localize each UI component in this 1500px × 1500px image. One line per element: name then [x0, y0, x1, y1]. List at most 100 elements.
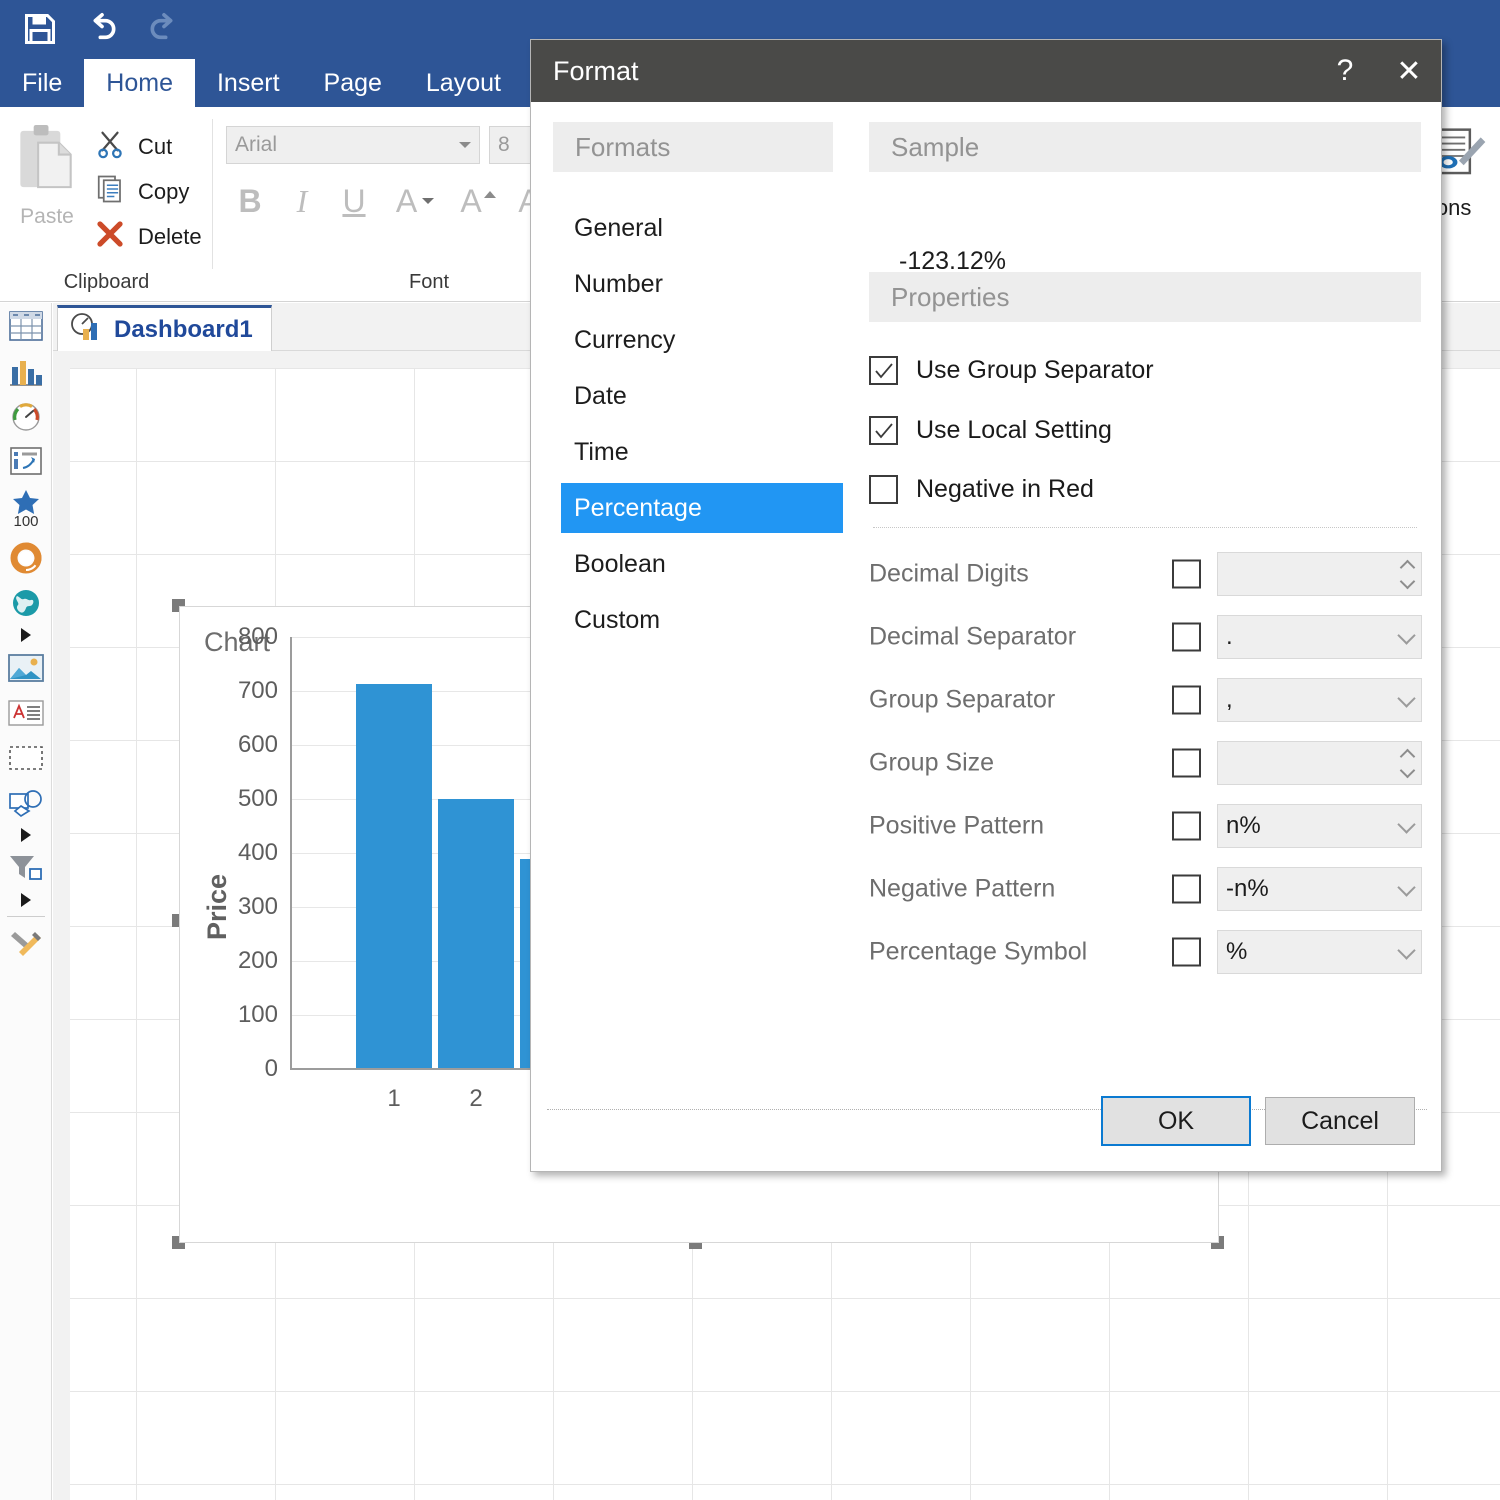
format-item-boolean[interactable]: Boolean: [561, 539, 843, 589]
globe-icon[interactable]: [0, 580, 52, 625]
text-icon[interactable]: [0, 690, 52, 735]
format-item-time[interactable]: Time: [561, 427, 843, 477]
help-icon[interactable]: ?: [1313, 40, 1377, 102]
negative-pattern-checkbox[interactable]: [1172, 874, 1201, 904]
rectangle-icon[interactable]: [0, 735, 52, 780]
use-group-separator-row[interactable]: Use Group Separator: [869, 356, 1154, 385]
spinner-icon[interactable]: [1399, 559, 1416, 589]
decimal-separator-checkbox[interactable]: [1172, 622, 1201, 652]
group-separator-dropdown[interactable]: ,: [1217, 678, 1422, 722]
copy-button[interactable]: Copy: [95, 174, 189, 209]
format-item-number[interactable]: Number: [561, 259, 843, 309]
properties-section-header: Properties: [869, 272, 1421, 322]
paste-label: Paste: [20, 205, 74, 228]
group-size-checkbox[interactable]: [1172, 748, 1201, 778]
negative-pattern-dropdown[interactable]: -n%: [1217, 867, 1422, 911]
negative-in-red-checkbox[interactable]: [869, 475, 898, 504]
positive-pattern-dropdown[interactable]: n%: [1217, 804, 1422, 848]
positive-pattern-checkbox[interactable]: [1172, 811, 1201, 841]
formats-section-header: Formats: [553, 122, 833, 172]
y-tick-label: 200: [237, 947, 278, 974]
dashboard-icon: [70, 312, 104, 347]
expand-arrow-icon[interactable]: [0, 825, 52, 845]
underline-button[interactable]: U: [332, 179, 376, 223]
ok-button[interactable]: OK: [1101, 1096, 1251, 1146]
format-item-general[interactable]: General: [561, 203, 843, 253]
donut-icon[interactable]: [0, 535, 52, 580]
cut-button[interactable]: Cut: [95, 129, 172, 164]
y-tick-label: 0: [264, 1055, 278, 1082]
star-kpi-icon[interactable]: 100: [0, 483, 52, 535]
chevron-down-icon[interactable]: [1397, 688, 1416, 708]
gauge-icon[interactable]: [0, 393, 52, 438]
chevron-down-icon[interactable]: [1397, 814, 1416, 834]
bar-chart-icon[interactable]: [0, 348, 52, 393]
percentage-symbol-dropdown[interactable]: %: [1217, 930, 1422, 974]
spinner-icon[interactable]: [1399, 748, 1416, 778]
bar-1[interactable]: [356, 684, 432, 1068]
chevron-down-icon[interactable]: [1397, 877, 1416, 897]
decimal-separator-dropdown[interactable]: .: [1217, 615, 1422, 659]
filter-icon[interactable]: [0, 845, 52, 890]
negative-in-red-label: Negative in Red: [916, 475, 1094, 503]
decimal-digits-input[interactable]: [1217, 552, 1422, 596]
italic-button[interactable]: I: [280, 179, 324, 223]
undo-icon[interactable]: [80, 7, 124, 51]
format-dialog[interactable]: Format ? ✕ Formats Sample Properties Gen…: [530, 39, 1442, 1172]
bar-2[interactable]: [438, 799, 514, 1068]
positive-pattern-value: n%: [1226, 812, 1261, 839]
font-name-input[interactable]: Arial: [226, 126, 480, 164]
tab-layout[interactable]: Layout: [404, 59, 523, 107]
table-icon[interactable]: [0, 303, 52, 348]
tab-home[interactable]: Home: [84, 59, 195, 107]
save-icon[interactable]: [18, 7, 62, 51]
tab-file[interactable]: File: [0, 59, 84, 107]
decimal-separator-label: Decimal Separator: [869, 622, 1077, 651]
group-divider: [212, 119, 213, 269]
format-item-label: Number: [574, 269, 663, 298]
format-item-custom[interactable]: Custom: [561, 595, 843, 645]
chevron-down-icon[interactable]: [1397, 940, 1416, 960]
group-separator-checkbox[interactable]: [1172, 685, 1201, 715]
left-tool-sidebar: 100: [0, 303, 52, 1500]
tab-file-label: File: [22, 68, 63, 97]
ok-label: OK: [1157, 1106, 1195, 1135]
format-item-percentage[interactable]: Percentage: [561, 483, 843, 533]
expand-arrow-icon[interactable]: [0, 890, 52, 910]
format-item-currency[interactable]: Currency: [561, 315, 843, 365]
chevron-down-icon[interactable]: [1397, 625, 1416, 645]
card-icon[interactable]: [0, 438, 52, 483]
paste-button[interactable]: Paste: [12, 122, 82, 229]
delete-button[interactable]: Delete: [95, 219, 202, 254]
group-size-input[interactable]: [1217, 741, 1422, 785]
decimal-digits-checkbox[interactable]: [1172, 559, 1201, 589]
image-icon[interactable]: [0, 645, 52, 690]
shapes-icon[interactable]: [0, 780, 52, 825]
y-tick-label: 400: [237, 839, 278, 866]
font-color-button[interactable]: A: [386, 179, 444, 223]
tools-icon[interactable]: [0, 923, 52, 968]
chevron-down-icon[interactable]: [422, 198, 435, 204]
clipboard-group-label: Clipboard: [63, 271, 150, 293]
expand-arrow-icon[interactable]: [0, 625, 52, 645]
use-local-setting-checkbox[interactable]: [869, 416, 898, 445]
use-local-setting-row[interactable]: Use Local Setting: [869, 416, 1112, 445]
cancel-button[interactable]: Cancel: [1265, 1097, 1415, 1145]
group-separator-row: Group Separator ,: [869, 678, 1422, 722]
tab-page[interactable]: Page: [302, 59, 404, 107]
sheet-tab-dashboard1[interactable]: Dashboard1: [57, 305, 272, 351]
bold-button[interactable]: B: [228, 179, 272, 223]
percentage-symbol-checkbox[interactable]: [1172, 937, 1201, 967]
delete-label: Delete: [138, 223, 202, 249]
negative-pattern-label: Negative Pattern: [869, 874, 1056, 903]
tab-insert[interactable]: Insert: [195, 59, 302, 107]
use-group-separator-checkbox[interactable]: [869, 356, 898, 385]
dialog-titlebar[interactable]: Format ? ✕: [531, 40, 1441, 102]
chevron-down-icon[interactable]: [459, 142, 471, 148]
format-item-date[interactable]: Date: [561, 371, 843, 421]
redo-icon[interactable]: [142, 7, 186, 51]
close-icon[interactable]: ✕: [1377, 40, 1441, 102]
negative-in-red-row[interactable]: Negative in Red: [869, 475, 1094, 504]
increase-font-size-button[interactable]: A: [452, 179, 504, 223]
delete-x-icon: [95, 219, 125, 254]
